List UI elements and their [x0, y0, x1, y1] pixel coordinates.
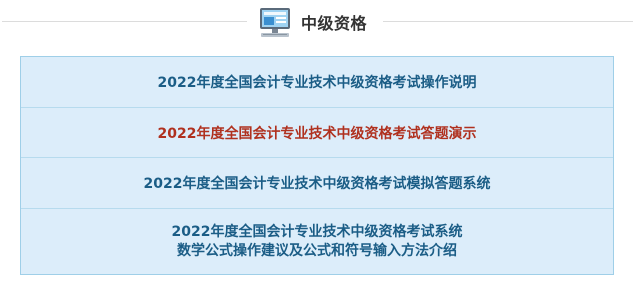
link-label: 2022年度全国会计专业技术中级资格考试模拟答题系统: [143, 176, 491, 192]
link-operation-guide[interactable]: 2022年度全国会计专业技术中级资格考试操作说明: [21, 57, 613, 107]
link-label: 2022年度全国会计专业技术中级资格考试操作说明: [157, 75, 477, 91]
link-label-group: 2022年度全国会计专业技术中级资格考试系统 数学公式操作建议及公式和符号输入方…: [172, 223, 463, 261]
link-mock-answer-system[interactable]: 2022年度全国会计专业技术中级资格考试模拟答题系统: [21, 157, 613, 208]
link-label: 2022年度全国会计专业技术中级资格考试答题演示: [157, 125, 477, 142]
section-header: 中级资格: [0, 0, 635, 48]
exam-links-panel: 2022年度全国会计专业技术中级资格考试操作说明 2022年度全国会计专业技术中…: [20, 56, 614, 275]
section-title-group: 中级资格: [257, 6, 367, 38]
header-divider-right: [383, 21, 633, 22]
computer-monitor-icon: [257, 6, 293, 38]
header-divider-left: [2, 21, 247, 22]
link-label-line1: 2022年度全国会计专业技术中级资格考试系统: [171, 223, 463, 240]
section-title: 中级资格: [301, 14, 368, 33]
link-answer-demo[interactable]: 2022年度全国会计专业技术中级资格考试答题演示: [21, 107, 613, 157]
link-label-line2: 数学公式操作建议及公式和符号输入方法介绍: [177, 242, 457, 259]
link-math-formula-guide[interactable]: 2022年度全国会计专业技术中级资格考试系统 数学公式操作建议及公式和符号输入方…: [21, 208, 613, 274]
